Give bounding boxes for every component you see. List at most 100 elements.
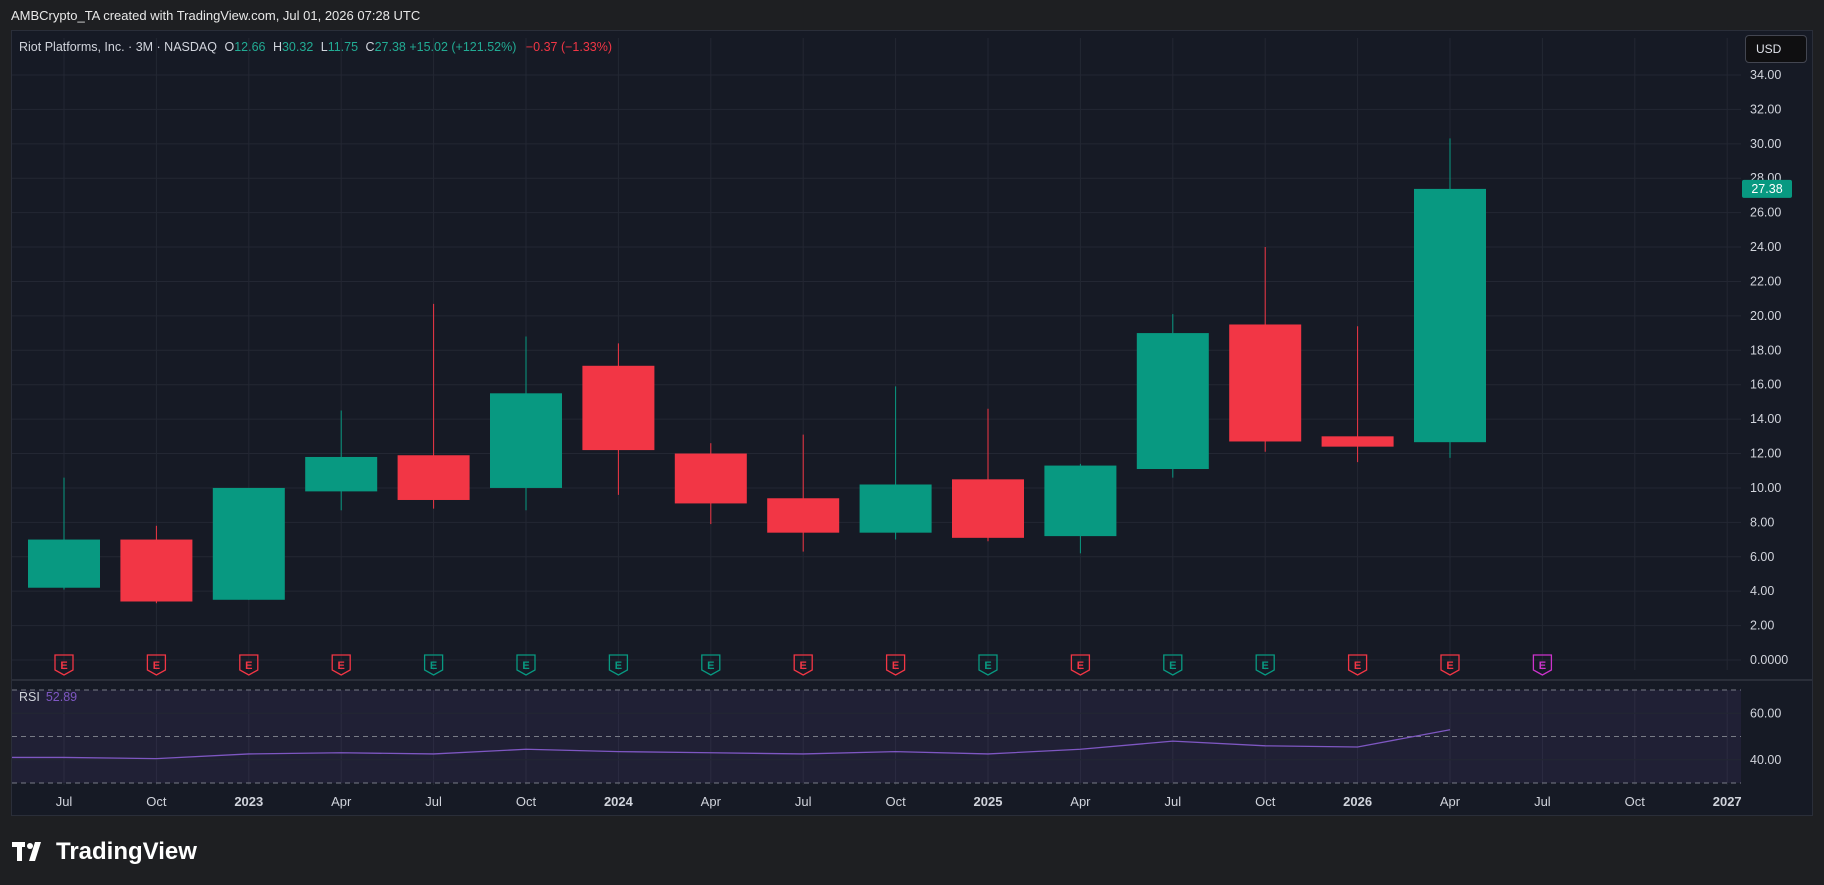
price-tick-label: 2.00 — [1750, 619, 1774, 633]
candle — [952, 408, 1024, 542]
time-tick-label: Oct — [1255, 794, 1276, 809]
earnings-marker-label: E — [522, 660, 529, 672]
candle-body — [767, 498, 840, 533]
candle-body — [305, 456, 378, 492]
candle-body — [120, 539, 193, 602]
time-tick-label: Apr — [331, 794, 352, 809]
high-value: 30.32 — [281, 40, 314, 54]
candle — [767, 434, 840, 552]
candle-body — [1414, 188, 1486, 443]
price-tick-label: 16.00 — [1750, 378, 1781, 392]
time-tick-label: Jul — [425, 794, 442, 809]
rsi-label: RSI — [19, 690, 40, 704]
candle-body — [1229, 324, 1302, 442]
earnings-marker-label: E — [892, 660, 899, 672]
candle-body — [1321, 436, 1394, 447]
earnings-marker-label: E — [707, 660, 714, 672]
tradingview-logo-icon — [12, 842, 41, 861]
candle-body — [397, 455, 470, 500]
open-value: 12.66 — [234, 40, 266, 54]
price-tick-label: 10.00 — [1750, 481, 1781, 495]
rsi-tick-label: 60.00 — [1750, 706, 1781, 720]
rsi-tick-label: 40.00 — [1750, 753, 1781, 767]
candle — [1321, 326, 1394, 463]
period-change: +15.02 (+121.52%) — [409, 40, 517, 54]
candle — [1229, 247, 1302, 452]
earnings-marker-label: E — [430, 660, 437, 672]
price-tick-label: 12.00 — [1750, 447, 1781, 461]
time-tick-label: Oct — [885, 794, 906, 809]
candle-body — [674, 453, 747, 504]
time-tick-label: 2023 — [234, 794, 263, 809]
time-tick-label: Jul — [1164, 794, 1181, 809]
candle — [1136, 314, 1209, 478]
candle — [397, 303, 470, 509]
price-tick-label: 0.0000 — [1750, 653, 1788, 667]
price-tick-label: 18.00 — [1750, 343, 1781, 357]
candle — [28, 477, 100, 590]
earnings-marker-label: E — [338, 660, 345, 672]
candle-body — [1136, 333, 1209, 470]
tradingview-logo[interactable]: TradingView — [12, 838, 197, 866]
close-label: C — [365, 40, 375, 54]
price-tick-label: 22.00 — [1750, 274, 1781, 288]
price-tick-label: 14.00 — [1750, 412, 1781, 426]
symbol-legend: Riot Platforms, Inc. · 3M · NASDAQ O12.6… — [19, 40, 612, 54]
earnings-marker-label: E — [245, 660, 252, 672]
candle-body — [582, 365, 655, 451]
earnings-marker-label: E — [1539, 660, 1546, 672]
earnings-marker-label: E — [1077, 660, 1084, 672]
time-tick-label: Oct — [516, 794, 537, 809]
close-value: 27.38 — [374, 40, 406, 54]
time-tick-label: Oct — [146, 794, 167, 809]
candle-body — [212, 487, 285, 600]
candle-body — [1044, 465, 1117, 537]
time-tick-label: Apr — [1440, 794, 1461, 809]
time-tick-label: 2026 — [1343, 794, 1372, 809]
open-label: O — [224, 40, 235, 54]
chart-canvas[interactable]: 34.0032.0030.0028.0026.0024.0022.0020.00… — [0, 0, 1824, 885]
candle-body — [490, 393, 562, 488]
price-tick-label: 20.00 — [1750, 309, 1781, 323]
price-tick-label: 32.00 — [1750, 102, 1781, 116]
time-tick-label: Apr — [701, 794, 722, 809]
candle — [859, 386, 932, 540]
rsi-legend: RSI 52.89 — [19, 690, 77, 704]
time-tick-label: 2027 — [1713, 794, 1742, 809]
price-tick-label: 4.00 — [1750, 584, 1774, 598]
time-tick-label: Oct — [1625, 794, 1646, 809]
low-value: 11.75 — [327, 40, 359, 54]
candle — [305, 410, 378, 511]
time-tick-label: Apr — [1070, 794, 1091, 809]
earnings-marker-label: E — [1262, 660, 1269, 672]
last-price-label: 27.38 — [1751, 182, 1782, 196]
earnings-marker-label: E — [615, 660, 622, 672]
price-tick-label: 30.00 — [1750, 137, 1781, 151]
symbol-name: Riot Platforms, Inc. · 3M · NASDAQ — [19, 40, 217, 54]
rsi-value: 52.89 — [45, 690, 78, 704]
time-tick-label: Jul — [56, 794, 73, 809]
candle — [674, 443, 747, 525]
earnings-marker-label: E — [800, 660, 807, 672]
price-tick-label: 6.00 — [1750, 550, 1774, 564]
candle — [490, 336, 562, 511]
earnings-marker-label: E — [153, 660, 160, 672]
time-tick-label: 2024 — [604, 794, 634, 809]
currency-button[interactable]: USD — [1745, 35, 1807, 63]
earnings-marker-label: E — [1169, 660, 1176, 672]
time-tick-label: Jul — [795, 794, 812, 809]
candle-body — [952, 479, 1024, 538]
earnings-marker-label: E — [984, 660, 991, 672]
price-tick-label: 26.00 — [1750, 206, 1781, 220]
candle — [1414, 138, 1486, 458]
candle-body — [28, 539, 100, 588]
time-tick-label: 2025 — [974, 794, 1003, 809]
brand-name: TradingView — [56, 838, 197, 865]
candle — [120, 525, 193, 604]
candle — [1044, 463, 1117, 554]
earnings-marker-label: E — [60, 660, 67, 672]
time-tick-label: Jul — [1534, 794, 1551, 809]
price-tick-label: 34.00 — [1750, 68, 1781, 82]
price-tick-label: 8.00 — [1750, 515, 1774, 529]
day-change: −0.37 (−1.33%) — [525, 40, 613, 54]
